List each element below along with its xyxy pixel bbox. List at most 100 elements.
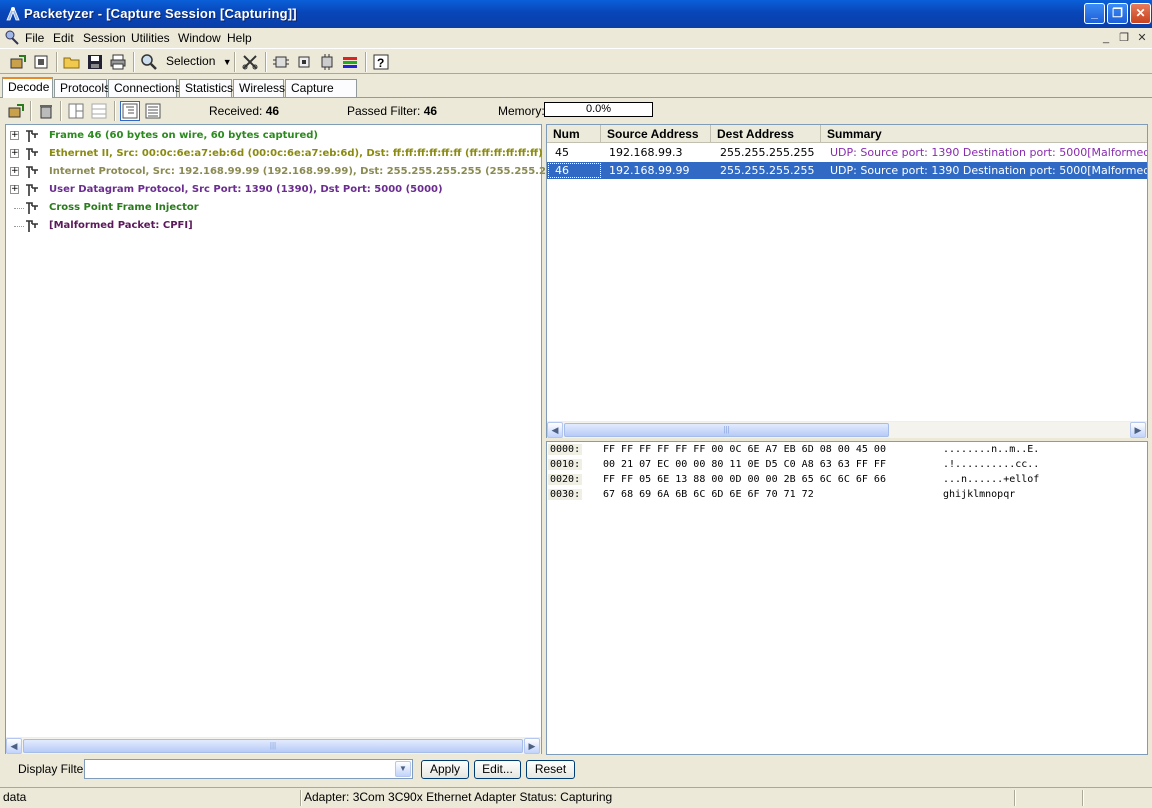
- view-list-button[interactable]: [143, 101, 163, 121]
- tab-wireless[interactable]: Wireless: [233, 79, 285, 97]
- print-button[interactable]: [108, 52, 128, 72]
- scroll-left-arrow[interactable]: ◀: [547, 422, 563, 438]
- tab-connections[interactable]: Connections: [108, 79, 181, 97]
- floppy-icon: [88, 55, 102, 69]
- scroll-right-arrow[interactable]: ▶: [524, 738, 540, 754]
- hex-bytes[interactable]: 67 68 69 6A 6B 6C 6D 6E 6F 70 71 72: [603, 489, 814, 500]
- hex-offset: 0020:: [548, 474, 583, 485]
- tab-decode[interactable]: Decode: [2, 77, 53, 98]
- plugin-button-3[interactable]: [317, 52, 337, 72]
- status-bar: data Adapter: 3Com 3C90x Ethernet Adapte…: [0, 787, 1152, 808]
- tools-button[interactable]: [240, 52, 260, 72]
- tab-protocols[interactable]: Protocols: [54, 79, 110, 97]
- tree-horizontal-scrollbar[interactable]: ◀ ||| ▶: [6, 737, 541, 754]
- clear-button[interactable]: [36, 101, 56, 121]
- hex-bytes[interactable]: 00 21 07 EC 00 00 80 11 0E D5 C0 A8 63 6…: [603, 459, 886, 470]
- scroll-left-arrow[interactable]: ◀: [6, 738, 22, 754]
- column-header-num[interactable]: Num: [547, 125, 601, 143]
- protocol-node-icon: [25, 165, 39, 179]
- expand-icon[interactable]: +: [10, 131, 19, 140]
- tab-statistics[interactable]: Statistics: [179, 79, 233, 97]
- find-button[interactable]: [139, 52, 159, 72]
- toolbar-separator: [365, 52, 367, 72]
- packet-list[interactable]: Num Source Address Dest Address Summary …: [546, 124, 1148, 438]
- menu-window[interactable]: Window: [178, 31, 221, 45]
- document-icon[interactable]: [4, 30, 20, 46]
- display-filter-label: Display Filter: [18, 762, 88, 776]
- hex-ascii[interactable]: ........n..m..E.: [943, 444, 1039, 455]
- open-button[interactable]: [62, 52, 82, 72]
- mdi-close-button[interactable]: ✕: [1134, 31, 1150, 45]
- mdi-restore-button[interactable]: ❐: [1116, 31, 1132, 45]
- reset-button[interactable]: Reset: [526, 760, 575, 779]
- packet-list-horizontal-scrollbar[interactable]: ◀ ||| ▶: [547, 421, 1147, 438]
- apply-button[interactable]: Apply: [421, 760, 469, 779]
- packet-row[interactable]: 45 192.168.99.3 255.255.255.255 UDP: Source…: [547, 144, 1147, 161]
- packet-row[interactable]: 46 192.168.99.99 255.255.255.255 UDP: Sourc…: [547, 162, 1147, 179]
- capture-start-button[interactable]: [8, 52, 28, 72]
- column-header-source[interactable]: Source Address: [601, 125, 711, 143]
- help-button[interactable]: ?: [371, 52, 391, 72]
- menu-edit[interactable]: Edit: [53, 31, 74, 45]
- tree-node-label: Internet Protocol, Src: 192.168.99.99 (1…: [49, 166, 590, 177]
- filter-dropdown-arrow[interactable]: ▼: [395, 761, 411, 777]
- selection-dropdown[interactable]: Selection ▼: [166, 54, 232, 68]
- save-button[interactable]: [85, 52, 105, 72]
- protocol-node-icon: [25, 201, 39, 215]
- color-bars-icon: [343, 57, 357, 68]
- hex-row: 0020: FF FF 05 6E 13 88 00 0D 00 00 2B 65…: [547, 474, 1147, 489]
- minimize-button[interactable]: _: [1084, 3, 1105, 24]
- options-icon: [34, 55, 48, 69]
- hex-row: 0010: 00 21 07 EC 00 00 80 11 0E D5 C0 A8…: [547, 459, 1147, 474]
- view-tabs: Decode Protocols Connections Statistics …: [0, 77, 1152, 109]
- hex-ascii[interactable]: ...n......+ellof: [943, 474, 1039, 485]
- packet-summary: UDP: Source port: 1390 Destination port:…: [830, 164, 1147, 177]
- tab-capture-filter[interactable]: Capture Filter: [285, 79, 357, 109]
- menu-file[interactable]: File: [25, 31, 44, 45]
- tree-node-label: [Malformed Packet: CPFI]: [49, 220, 193, 231]
- hex-ascii[interactable]: ghijklmnopqr: [943, 489, 1015, 500]
- capture-options-button[interactable]: [31, 52, 51, 72]
- protocol-node-icon: [25, 183, 39, 197]
- decode-tree-pane[interactable]: + Frame 46 (60 bytes on wire, 60 bytes ca…: [5, 124, 589, 754]
- menu-bar: File Edit Session Utilities Window Help …: [0, 28, 1152, 48]
- layout-vertical-button[interactable]: [66, 101, 86, 121]
- hex-dump-pane[interactable]: 0000: FF FF FF FF FF FF 00 0C 6E A7 EB 6D…: [546, 441, 1148, 755]
- edit-filter-button[interactable]: Edit...: [474, 760, 521, 779]
- capture-start-button-2[interactable]: [6, 101, 26, 121]
- toolbar-separator: [56, 52, 58, 72]
- column-header-dest[interactable]: Dest Address: [711, 125, 821, 143]
- hex-ascii[interactable]: .!..........cc..: [943, 459, 1039, 470]
- plugin-button-2[interactable]: [294, 52, 314, 72]
- toolbar-separator: [133, 52, 135, 72]
- plugin-button-1[interactable]: [271, 52, 291, 72]
- status-divider: [300, 790, 302, 806]
- expand-icon[interactable]: +: [10, 185, 19, 194]
- restore-button[interactable]: ❐: [1107, 3, 1128, 24]
- color-rules-button[interactable]: [340, 52, 360, 72]
- status-left: data: [3, 790, 27, 804]
- scissors-icon: [242, 55, 258, 70]
- expand-icon[interactable]: +: [10, 167, 19, 176]
- scroll-right-arrow[interactable]: ▶: [1130, 422, 1146, 438]
- menu-help[interactable]: Help: [227, 31, 252, 45]
- column-header-summary[interactable]: Summary: [821, 125, 1147, 143]
- scroll-thumb[interactable]: |||: [23, 739, 523, 753]
- tree-node-label: Frame 46 (60 bytes on wire, 60 bytes cap…: [49, 130, 318, 141]
- expand-icon[interactable]: +: [10, 149, 19, 158]
- display-filter-input[interactable]: ▼: [84, 759, 413, 779]
- close-button[interactable]: ✕: [1130, 3, 1151, 24]
- toolbar-separator: [114, 101, 116, 121]
- view-tree-button[interactable]: [120, 101, 140, 121]
- menu-session[interactable]: Session: [83, 31, 126, 45]
- list-view-icon: [145, 103, 161, 119]
- hex-bytes[interactable]: FF FF FF FF FF FF 00 0C 6E A7 EB 6D 08 0…: [603, 444, 886, 455]
- scroll-thumb[interactable]: |||: [564, 423, 889, 437]
- hex-bytes[interactable]: FF FF 05 6E 13 88 00 0D 00 00 2B 65 6C 6…: [603, 474, 886, 485]
- status-adapter: Adapter: 3Com 3C90x Ethernet Adapter Sta…: [304, 790, 613, 804]
- layout-horizontal-button[interactable]: [89, 101, 109, 121]
- menu-utilities[interactable]: Utilities: [131, 31, 170, 45]
- mdi-minimize-button[interactable]: _: [1098, 31, 1114, 45]
- memory-meter: 0.0%: [544, 102, 653, 117]
- title-bar: Packetyzer - [Capture Session [Capturing…: [0, 0, 1152, 28]
